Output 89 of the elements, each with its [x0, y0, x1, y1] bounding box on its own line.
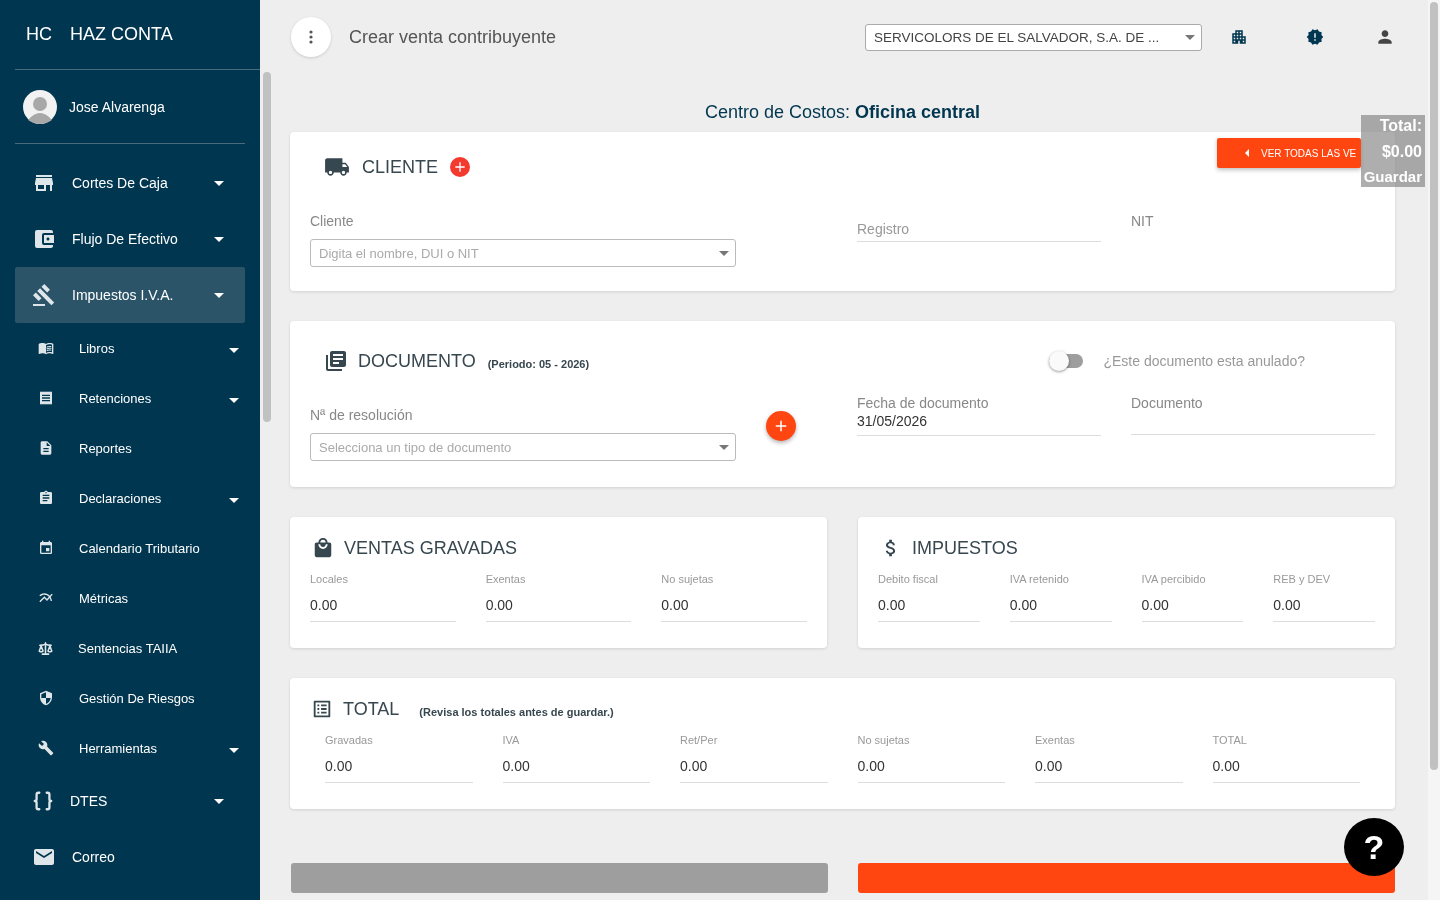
period-note: (Periodo: 05 - 2026) — [487, 358, 590, 370]
gavel-icon — [32, 283, 56, 307]
book-icon — [38, 340, 54, 356]
field-label: No sujetas — [661, 573, 715, 585]
section-title: DOCUMENTO — [358, 350, 476, 372]
toggle-label: ¿Este documento esta anulado? — [1103, 353, 1305, 369]
amount-field[interactable]: 0.00 — [878, 597, 980, 622]
clipboard-icon — [38, 490, 54, 506]
field-label: Nª de resolución — [310, 407, 414, 423]
amount-field[interactable]: 0.00 — [1212, 758, 1360, 783]
field-label: Fecha de documento — [857, 395, 990, 411]
scrollbar-thumb[interactable] — [263, 72, 271, 422]
amount-field[interactable]: 0.00 — [310, 597, 456, 622]
wallet-icon — [32, 227, 56, 251]
avatar-icon — [23, 89, 57, 124]
bag-icon — [312, 537, 334, 559]
section-title: TOTAL — [343, 698, 400, 720]
amount-field[interactable]: 0.00 — [502, 758, 650, 783]
section-title: VENTAS GRAVADAS — [344, 537, 518, 559]
field-label: Ret/Per — [680, 734, 719, 746]
kebab-icon — [309, 30, 313, 44]
company-select[interactable]: SERVICOLORS DE EL SALVADOR, S.A. DE ... — [865, 23, 1202, 51]
amount-field[interactable]: 0.00 — [661, 597, 807, 622]
sidebar-item[interactable]: Impuestos I.V.A. — [15, 267, 245, 323]
user-name: Jose Alvarenga — [69, 98, 165, 115]
field-label: Locales — [310, 573, 349, 585]
amount-field[interactable]: 0.00 — [1035, 758, 1183, 783]
page-title: Crear venta contribuyente — [349, 26, 558, 48]
add-client-button[interactable] — [450, 157, 471, 177]
receipt-icon — [38, 390, 54, 406]
field-label: Exentas — [1035, 734, 1076, 746]
logo-text: HC — [26, 24, 52, 45]
caret-icon — [719, 250, 729, 256]
total-amount: $0.00 — [1381, 142, 1422, 161]
caret-icon — [719, 444, 729, 450]
field-label: IVA percibido — [1141, 573, 1207, 585]
document-icon — [38, 440, 54, 456]
sidebar-item[interactable]: Flujo De Efectivo — [15, 211, 245, 267]
add-resolution-button[interactable] — [766, 411, 796, 441]
field-label: IVA retenido — [1009, 573, 1070, 585]
field-label: Exentas — [485, 573, 527, 585]
sidebar-subitem[interactable]: Libros — [0, 323, 260, 373]
total-note: (Revisa los totales antes de guardar.) — [419, 706, 614, 718]
action-button[interactable] — [858, 863, 1395, 893]
amount-field[interactable]: 0.00 — [485, 597, 632, 622]
field-label: TOTAL — [1212, 734, 1248, 746]
caret-icon — [1185, 34, 1195, 40]
field-label: NIT — [1131, 213, 1155, 229]
app-name: HAZ CONTA — [70, 24, 173, 45]
field-label: Documento — [1131, 395, 1204, 411]
field-label: Gravadas — [325, 734, 374, 746]
amount-field[interactable]: 0.00 — [1009, 597, 1112, 622]
sidebar-subitem[interactable]: Reportes — [0, 423, 260, 473]
sidebar-item[interactable]: Correo — [15, 829, 245, 885]
sidebar-item[interactable]: Cortes De Caja — [15, 155, 245, 211]
sidebar-subitem[interactable]: Calendario Tributario — [0, 523, 260, 573]
amount-field[interactable]: 0.00 — [1141, 597, 1244, 622]
list-icon — [311, 698, 333, 720]
field-label: REB y DEV — [1273, 573, 1332, 585]
sidebar-item[interactable]: DTES — [15, 773, 245, 829]
section-title: CLIENTE — [362, 156, 439, 178]
library-icon — [324, 349, 348, 373]
caret-icon — [1245, 149, 1249, 157]
amount-field[interactable]: 0.00 — [1273, 597, 1375, 622]
shield-icon — [38, 690, 54, 706]
sidebar-subitem[interactable]: Gestión De Riesgos — [0, 673, 260, 723]
building-icon[interactable] — [1230, 28, 1248, 46]
help-button[interactable]: ? — [1344, 818, 1404, 876]
section-title: IMPUESTOS — [912, 537, 1018, 559]
sidebar-subitem[interactable]: Retenciones — [0, 373, 260, 423]
sidebar-subitem[interactable]: Métricas — [0, 573, 260, 623]
date-field[interactable]: 31/05/2026 — [857, 411, 1101, 436]
field-label: Debito fiscal — [878, 573, 939, 585]
sidebar-subitem[interactable]: Sentencias TAIIA — [0, 623, 260, 673]
field-label: Cliente — [310, 213, 355, 229]
sidebar-subitem[interactable]: Declaraciones — [0, 473, 260, 523]
field-label: IVA — [502, 734, 521, 746]
scale-icon — [38, 640, 53, 656]
scrollbar-thumb[interactable] — [1430, 2, 1438, 770]
wrench-icon — [38, 740, 54, 756]
amount-field[interactable]: 0.00 — [680, 758, 828, 783]
amount-field[interactable]: 0.00 — [325, 758, 473, 783]
field-label: No sujetas — [857, 734, 911, 746]
alert-icon[interactable] — [1306, 28, 1324, 46]
sidebar-subitem[interactable]: Herramientas — [0, 723, 260, 773]
total-label: Total: — [1379, 117, 1422, 135]
braces-icon — [32, 790, 54, 812]
amount-field[interactable]: 0.00 — [857, 758, 1005, 783]
calendar-icon — [38, 540, 54, 556]
